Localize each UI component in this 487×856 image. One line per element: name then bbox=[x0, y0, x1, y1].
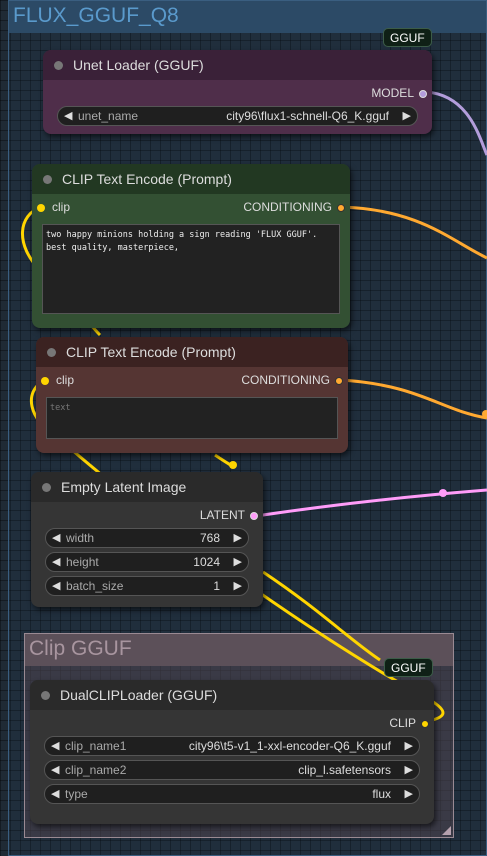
clip-text-encode-negative-node[interactable]: CLIP Text Encode (Prompt) clip CONDITION… bbox=[36, 337, 348, 453]
dual-clip-loader-node[interactable]: DualCLIPLoader (GGUF) CLIP ◀ clip_name1 … bbox=[30, 680, 434, 824]
conditioning-output-label: CONDITIONING bbox=[243, 200, 332, 214]
clip-name2-combo[interactable]: ◀ clip_name2 clip_l.safetensors ▶ bbox=[44, 760, 420, 780]
clip-input-pin[interactable] bbox=[37, 204, 45, 212]
left-arrow-icon[interactable]: ◀ bbox=[51, 761, 59, 779]
group-resize-grip[interactable] bbox=[442, 826, 451, 835]
height-number-widget[interactable]: ◀ height 1024 ▶ bbox=[45, 552, 249, 572]
model-output-pin[interactable] bbox=[419, 90, 427, 98]
latent-output-label: LATENT bbox=[199, 508, 245, 522]
widget-value: city96\t5-v1_1-xxl-encoder-Q6_K.gguf bbox=[188, 739, 391, 753]
conditioning-output-pin[interactable] bbox=[335, 377, 343, 385]
node-title-bar[interactable]: DualCLIPLoader (GGUF) bbox=[30, 680, 434, 710]
type-combo[interactable]: ◀ type flux ▶ bbox=[44, 784, 420, 804]
node-title-bar[interactable]: CLIP Text Encode (Prompt) bbox=[36, 337, 348, 367]
unet-name-combo[interactable]: ◀ unet_name city96\flux1-schnell-Q6_K.gg… bbox=[57, 106, 418, 126]
conditioning-output-label: CONDITIONING bbox=[241, 373, 330, 387]
widget-value: 1024 bbox=[193, 555, 220, 569]
widget-name: clip_name2 bbox=[65, 763, 127, 777]
widget-value: 768 bbox=[199, 531, 220, 545]
collapse-dot-icon[interactable] bbox=[54, 61, 63, 70]
latent-output-pin[interactable] bbox=[250, 512, 258, 520]
clip-output-pin[interactable] bbox=[421, 720, 429, 728]
right-arrow-icon[interactable]: ▶ bbox=[405, 737, 413, 755]
node-title: CLIP Text Encode (Prompt) bbox=[62, 171, 232, 187]
collapse-dot-icon[interactable] bbox=[42, 483, 51, 492]
right-arrow-icon[interactable]: ▶ bbox=[234, 553, 242, 571]
widget-name: unet_name bbox=[78, 109, 139, 123]
left-arrow-icon[interactable]: ◀ bbox=[51, 785, 59, 803]
widget-name: width bbox=[66, 531, 95, 545]
widget-value: flux bbox=[372, 787, 391, 801]
widget-name: height bbox=[66, 555, 99, 569]
right-arrow-icon[interactable]: ▶ bbox=[405, 785, 413, 803]
prompt-textarea[interactable]: text bbox=[46, 397, 338, 439]
clip-input-label: clip bbox=[56, 373, 75, 387]
node-title: DualCLIPLoader (GGUF) bbox=[60, 687, 218, 703]
node-title: Unet Loader (GGUF) bbox=[73, 57, 204, 73]
left-arrow-icon[interactable]: ◀ bbox=[52, 577, 60, 595]
widget-value: 1 bbox=[213, 579, 220, 593]
left-arrow-icon[interactable]: ◀ bbox=[52, 553, 60, 571]
right-arrow-icon[interactable]: ▶ bbox=[403, 107, 411, 125]
widget-name: batch_size bbox=[66, 579, 124, 593]
left-arrow-icon[interactable]: ◀ bbox=[51, 737, 59, 755]
width-number-widget[interactable]: ◀ width 768 ▶ bbox=[45, 528, 249, 548]
clip-output-label: CLIP bbox=[389, 716, 416, 730]
clip-name1-combo[interactable]: ◀ clip_name1 city96\t5-v1_1-xxl-encoder-… bbox=[44, 736, 420, 756]
prompt-textarea[interactable]: two happy minions holding a sign reading… bbox=[42, 224, 340, 314]
clip-text-encode-positive-node[interactable]: CLIP Text Encode (Prompt) clip CONDITION… bbox=[32, 164, 350, 328]
model-output-label: MODEL bbox=[371, 86, 414, 100]
collapse-dot-icon[interactable] bbox=[43, 175, 52, 184]
clip-input-label: clip bbox=[52, 200, 71, 214]
empty-latent-image-node[interactable]: Empty Latent Image LATENT ◀ width 768 ▶ … bbox=[31, 472, 263, 607]
gguf-badge: GGUF bbox=[383, 28, 432, 47]
conditioning-output-pin[interactable] bbox=[337, 204, 345, 212]
node-title-bar[interactable]: CLIP Text Encode (Prompt) bbox=[32, 164, 350, 194]
widget-name: type bbox=[65, 787, 88, 801]
widget-name: clip_name1 bbox=[65, 739, 127, 753]
collapse-dot-icon[interactable] bbox=[41, 691, 50, 700]
node-title: CLIP Text Encode (Prompt) bbox=[66, 344, 236, 360]
widget-value: clip_l.safetensors bbox=[298, 763, 391, 777]
node-title: Empty Latent Image bbox=[61, 479, 187, 495]
node-title-bar[interactable]: Unet Loader (GGUF) bbox=[43, 50, 432, 80]
left-arrow-icon[interactable]: ◀ bbox=[52, 529, 60, 547]
right-arrow-icon[interactable]: ▶ bbox=[234, 529, 242, 547]
collapse-dot-icon[interactable] bbox=[47, 348, 56, 357]
unet-loader-node[interactable]: Unet Loader (GGUF) MODEL ◀ unet_name cit… bbox=[43, 50, 432, 134]
widget-value: city96\flux1-schnell-Q6_K.gguf bbox=[226, 109, 389, 123]
clip-input-pin[interactable] bbox=[41, 377, 49, 385]
gguf-badge: GGUF bbox=[384, 658, 433, 677]
right-arrow-icon[interactable]: ▶ bbox=[234, 577, 242, 595]
right-arrow-icon[interactable]: ▶ bbox=[405, 761, 413, 779]
left-arrow-icon[interactable]: ◀ bbox=[64, 107, 72, 125]
node-title-bar[interactable]: Empty Latent Image bbox=[31, 472, 263, 502]
batch-size-number-widget[interactable]: ◀ batch_size 1 ▶ bbox=[45, 576, 249, 596]
